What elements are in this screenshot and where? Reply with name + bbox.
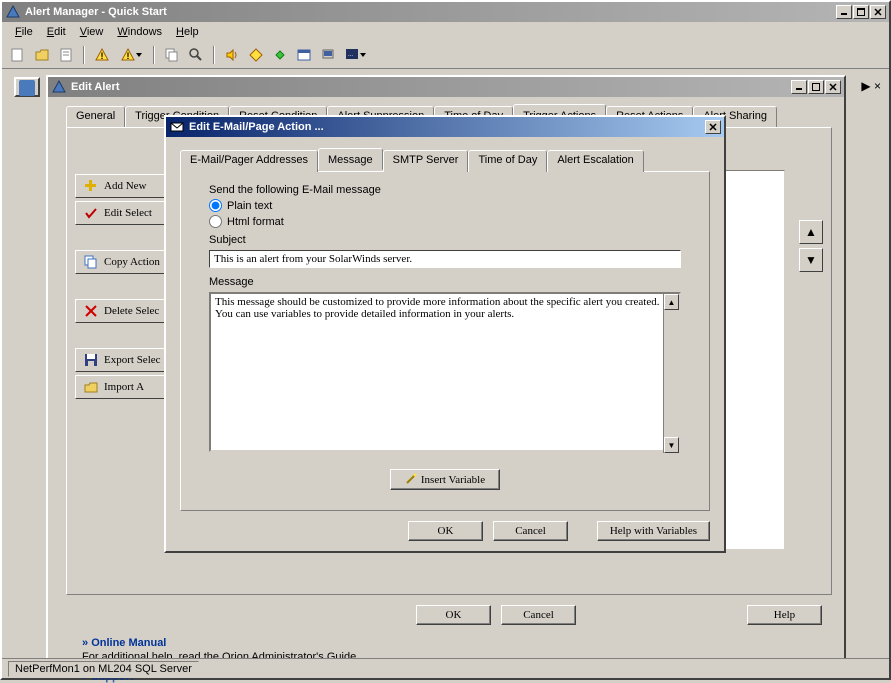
message-label: Message [209,276,681,288]
minimize-button[interactable] [836,5,852,19]
menubar: File Edit View Windows Help [2,22,889,42]
tab-email-time-of-day[interactable]: Time of Day [468,150,547,172]
copy-actions-button[interactable]: Copy Action [75,250,171,274]
menu-help[interactable]: Help [169,24,206,40]
email-ok-button[interactable]: OK [408,521,483,541]
menu-view[interactable]: View [73,24,111,40]
email-dialog-titlebar: Edit E-Mail/Page Action ... [166,117,724,137]
scroll-right-icon[interactable]: ▶ × [861,79,881,93]
email-action-dialog: Edit E-Mail/Page Action ... E-Mail/Pager… [164,115,726,553]
tab-escalation[interactable]: Alert Escalation [547,150,643,172]
email-cancel-button[interactable]: Cancel [493,521,568,541]
tab-message[interactable]: Message [318,148,383,170]
toolbar-separator [153,46,155,64]
toolbar-new-icon[interactable] [8,45,28,65]
plain-text-label: Plain text [227,200,272,212]
toolbar-doc-icon[interactable] [56,45,76,65]
copy-icon [84,255,98,269]
email-dialog-title: Edit E-Mail/Page Action ... [189,121,705,133]
toolbar-find-icon[interactable] [186,45,206,65]
export-selected-button[interactable]: Export Selec [75,348,171,372]
wand-icon [405,473,417,485]
toolbar-green-diamond-icon[interactable] [270,45,290,65]
toolbar-separator [213,46,215,64]
delete-selected-button[interactable]: Delete Selec [75,299,171,323]
toolbar-diamond-icon[interactable] [246,45,266,65]
edit-selected-button[interactable]: Edit Select [75,201,171,225]
edit-alert-help-button[interactable]: Help [747,605,822,625]
toolbar-sound-icon[interactable] [222,45,242,65]
main-title: Alert Manager - Quick Start [25,6,836,18]
svg-text:...: ... [348,52,353,58]
move-up-button[interactable]: ▲ [799,220,823,244]
subject-input[interactable] [209,250,681,268]
plain-text-radio[interactable] [209,199,222,212]
edit-alert-title: Edit Alert [71,81,791,93]
open-icon [84,380,98,394]
mdi-area: ▶ × Edit Alert General Trigger Condition [2,69,889,662]
move-down-button[interactable]: ▼ [799,248,823,272]
toolbar-calendar-icon[interactable] [294,45,314,65]
message-panel: Send the following E-Mail message Plain … [180,171,710,511]
edit-alert-cancel-button[interactable]: Cancel [501,605,576,625]
delete-icon [84,304,98,318]
check-icon [84,206,98,220]
scroll-up-button[interactable]: ▲ [664,294,679,310]
toolbar-warning-dropdown-icon[interactable]: ! [116,45,146,65]
close-button[interactable] [870,5,886,19]
insert-variable-button[interactable]: Insert Variable [390,469,500,490]
tab-smtp[interactable]: SMTP Server [383,150,469,172]
statusbar: NetPerfMon1 on ML204 SQL Server [2,658,889,678]
toolbar-terminal-icon[interactable]: ... [342,45,368,65]
import-actions-button[interactable]: Import A [75,375,171,399]
envelope-icon [169,119,185,135]
email-dialog-close-button[interactable] [705,120,721,134]
child-maximize-button[interactable] [808,80,824,94]
toolbar-open-icon[interactable] [32,45,52,65]
maximize-button[interactable] [853,5,869,19]
scroll-down-button[interactable]: ▼ [664,437,679,453]
menu-windows[interactable]: Windows [110,24,169,40]
tab-general[interactable]: General [66,106,125,128]
menu-file[interactable]: File [8,24,40,40]
html-format-label: Html format [227,216,284,228]
toolbar-warning-icon[interactable]: ! [92,45,112,65]
textarea-scrollbar[interactable]: ▲ ▼ [663,294,679,453]
html-format-radio[interactable] [209,215,222,228]
toolbar: ! ! ... [2,42,889,69]
email-dialog-tabs: E-Mail/Pager Addresses Message SMTP Serv… [180,150,710,172]
save-icon [84,353,98,367]
plus-icon [84,179,98,193]
svg-text:!: ! [101,51,104,61]
help-with-variables-button[interactable]: Help with Variables [597,521,710,541]
toolbar-separator [83,46,85,64]
main-titlebar: Alert Manager - Quick Start [2,2,889,22]
subject-label: Subject [209,234,681,246]
statusbar-text: NetPerfMon1 on ML204 SQL Server [8,661,199,677]
message-textarea[interactable] [209,292,681,452]
tab-addresses[interactable]: E-Mail/Pager Addresses [180,150,318,172]
child-close-button[interactable] [825,80,841,94]
intro-label: Send the following E-Mail message [209,184,681,196]
app-icon [5,4,21,20]
online-manual-link[interactable]: Online Manual [82,637,166,649]
alert-icon [51,79,67,95]
add-new-button[interactable]: Add New [75,174,171,198]
svg-text:!: ! [127,51,130,61]
edit-alert-ok-button[interactable]: OK [416,605,491,625]
menu-edit[interactable]: Edit [40,24,73,40]
child-minimize-button[interactable] [791,80,807,94]
toolbar-copy-icon[interactable] [162,45,182,65]
main-window: Alert Manager - Quick Start File Edit Vi… [0,0,891,680]
background-window-icon[interactable] [14,77,40,97]
toolbar-monitor-icon[interactable] [318,45,338,65]
edit-alert-titlebar: Edit Alert [48,77,844,97]
